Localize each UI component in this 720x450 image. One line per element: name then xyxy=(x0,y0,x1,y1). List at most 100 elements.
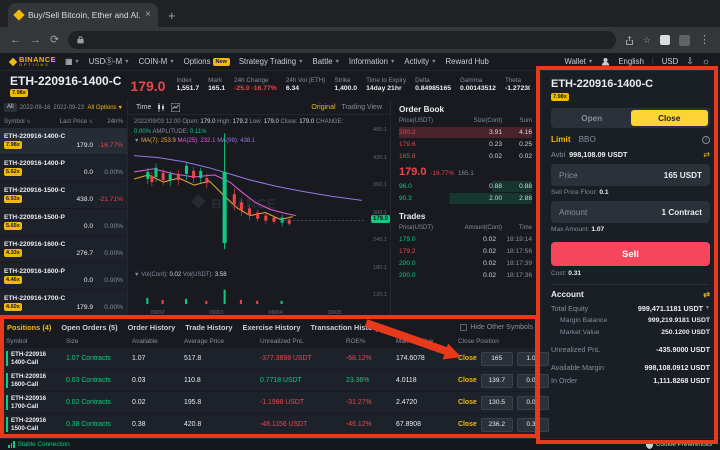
download-app-icon[interactable]: ⇩ xyxy=(686,57,694,66)
tab-order-history[interactable]: Order History xyxy=(128,323,176,332)
refresh-icon[interactable]: ⟳ xyxy=(50,35,59,46)
close-qty-input[interactable]: 1.07 xyxy=(517,352,549,366)
sort-icon[interactable]: ⇅ xyxy=(26,119,30,125)
tab-close[interactable]: Close xyxy=(631,110,709,126)
share-icon[interactable] xyxy=(625,36,634,45)
browser-menu-icon[interactable]: ⋮ xyxy=(699,35,710,46)
hide-other-symbols-checkbox[interactable] xyxy=(460,324,467,331)
close-price-input[interactable]: 236.2 xyxy=(481,418,513,432)
candlestick-icon[interactable] xyxy=(157,103,165,112)
tab-positions[interactable]: Positions (4) xyxy=(7,323,51,332)
chevron-down-icon[interactable]: ▼ xyxy=(705,305,710,311)
max-amount-label: Max Amount: xyxy=(551,226,589,233)
tab-trade-history[interactable]: Trade History xyxy=(185,323,232,332)
close-price-input[interactable]: 165 xyxy=(481,352,513,366)
sell-button[interactable]: Sell xyxy=(551,242,710,266)
tab-open[interactable]: Open xyxy=(553,110,631,126)
chevron-down-icon: ▼ xyxy=(334,59,339,65)
tab-original-chart[interactable]: Original xyxy=(311,104,335,111)
order-type-limit[interactable]: Limit xyxy=(551,135,571,144)
tab-close-icon[interactable]: × xyxy=(145,10,151,20)
theme-toggle-icon[interactable]: ☼ xyxy=(702,57,710,66)
nav-item-strategy-trading[interactable]: Strategy Trading▼ xyxy=(239,57,304,66)
new-tab-button[interactable]: + xyxy=(168,9,176,22)
iv-badge: 7.98x xyxy=(4,141,22,149)
chart-canvas[interactable]: 2022/09/03 12:00 Open: 179.0 High: 179.2… xyxy=(128,115,390,318)
language-selector[interactable]: English xyxy=(618,57,644,66)
watchlist-row[interactable]: ETH-220916-1600-P 4.46x0.00.00% xyxy=(0,263,127,289)
chart-interval-time[interactable]: Time xyxy=(136,104,151,111)
close-qty-input[interactable]: 0.02 xyxy=(517,396,549,410)
user-icon[interactable] xyxy=(601,57,610,66)
order-form-symbol: ETH-220916-1400-C xyxy=(551,78,710,90)
filter-all-options[interactable]: All Options▼ xyxy=(88,105,123,111)
nav-item-reward-hub[interactable]: Reward Hub xyxy=(446,57,489,66)
bid-row[interactable]: 90.32.002.88 xyxy=(399,193,532,204)
status-bar: Stable Connection Cookie Preferences xyxy=(0,438,720,450)
ticker-symbol[interactable]: ETH-220916-1400-C xyxy=(10,74,121,88)
filter-all-badge[interactable]: All xyxy=(4,103,17,112)
tab-open-orders[interactable]: Open Orders (5) xyxy=(61,323,117,332)
nav-item-coinm[interactable]: COIN-M▼ xyxy=(139,57,175,66)
filter-date-from[interactable]: 2022-09-16 xyxy=(20,105,51,111)
nav-item-information[interactable]: Information▼ xyxy=(349,57,395,66)
watchlist-row[interactable]: ETH-220916-1400-C 7.98x179.0-16.77% xyxy=(0,128,127,154)
bid-row[interactable]: 96.00.880.88 xyxy=(399,181,532,192)
nav-item-battle[interactable]: Battle▼ xyxy=(313,57,340,66)
nav-item-usdm[interactable]: USDⓈ-M▼ xyxy=(89,56,130,67)
close-position-button[interactable]: Close xyxy=(458,421,477,428)
trade-row: 179.00.0218:19:14 xyxy=(399,234,532,245)
info-icon[interactable]: i xyxy=(702,136,710,144)
watchlist-row[interactable]: ETH-220916-1400-P 5.62x0.00.00% xyxy=(0,155,127,181)
account-title: Account xyxy=(551,290,584,299)
browser-tab[interactable]: Buy/Sell Bitcoin, Ether and Al... × xyxy=(8,3,158,27)
chevron-down-icon: ▼ xyxy=(298,59,303,65)
currency-selector[interactable]: USD xyxy=(662,57,678,66)
trades-title: Trades xyxy=(399,212,532,221)
tab-exercise-history[interactable]: Exercise History xyxy=(243,323,301,332)
nav-item-activity[interactable]: Activity▼ xyxy=(404,57,436,66)
chevron-down-icon[interactable]: ▼ xyxy=(134,272,139,278)
binance-logo[interactable]: BINANCE OPTIONS xyxy=(10,56,56,68)
address-bar[interactable] xyxy=(68,31,616,49)
close-qty-input[interactable]: 0.03 xyxy=(517,374,549,388)
watchlist-row[interactable]: ETH-220916-1600-C 4.33x276.70.00% xyxy=(0,236,127,262)
close-position-button[interactable]: Close xyxy=(458,377,477,384)
filter-date-to[interactable]: 2022-09-23 xyxy=(53,105,84,111)
svg-text:BINANCE: BINANCE xyxy=(211,196,276,212)
price-input[interactable]: Price 165 USDT xyxy=(551,164,710,186)
options-watchlist: All 2022-09-16 2022-09-23 All Options▼ S… xyxy=(0,100,128,318)
watchlist-row[interactable]: ETH-220916-1500-P 5.65x0.00.00% xyxy=(0,209,127,235)
iv-badge: 4.60x xyxy=(4,303,22,311)
chevron-down-icon[interactable]: ▼ xyxy=(134,138,139,144)
extension-icon[interactable] xyxy=(660,35,670,45)
transfer-icon[interactable]: ⇄ xyxy=(703,150,710,159)
close-qty-input[interactable]: 0.38 xyxy=(517,418,549,432)
amount-input[interactable]: Amount 1 Contract xyxy=(551,201,710,223)
close-price-input[interactable]: 139.7 xyxy=(481,374,513,388)
tab-transaction-history[interactable]: Transaction History xyxy=(310,323,379,332)
ask-row[interactable]: 200.23.914.16 xyxy=(399,127,532,138)
account-transfer-icon[interactable]: ⇄ xyxy=(703,290,710,299)
back-icon[interactable]: ← xyxy=(10,35,21,46)
chart-time-axis: 09/02 09/03 09/04 09/05 xyxy=(128,308,364,318)
hide-other-symbols[interactable]: Hide Other Symbols xyxy=(460,324,533,331)
tab-trading-view[interactable]: Trading View xyxy=(342,104,382,111)
forward-icon[interactable]: → xyxy=(30,35,41,46)
bookmark-star-icon[interactable]: ☆ xyxy=(643,36,651,45)
close-price-input[interactable]: 130.5 xyxy=(481,396,513,410)
ask-row[interactable]: 165.80.020.02 xyxy=(399,151,532,162)
watchlist-row[interactable]: ETH-220916-1500-C 6.93x438.0-21.71% xyxy=(0,182,127,208)
close-position-button[interactable]: Close xyxy=(458,355,477,362)
products-grid-menu[interactable]: ▦▼ xyxy=(65,57,80,66)
wallet-menu[interactable]: Wallet▼ xyxy=(565,57,594,66)
order-type-bbo[interactable]: BBO xyxy=(579,135,596,144)
cookie-preferences[interactable]: Cookie Preferences xyxy=(646,441,712,449)
watchlist-row[interactable]: ETH-220916-1700-C 4.60x179.90.00% xyxy=(0,290,127,316)
close-position-button[interactable]: Close xyxy=(458,399,477,406)
chart-toolbar: Time Original Trading View xyxy=(128,100,390,115)
profile-icon[interactable] xyxy=(679,35,690,46)
ask-row[interactable]: 179.60.230.25 xyxy=(399,139,532,150)
nav-item-options[interactable]: OptionsNew xyxy=(184,57,230,66)
indicator-icon[interactable] xyxy=(171,103,180,112)
